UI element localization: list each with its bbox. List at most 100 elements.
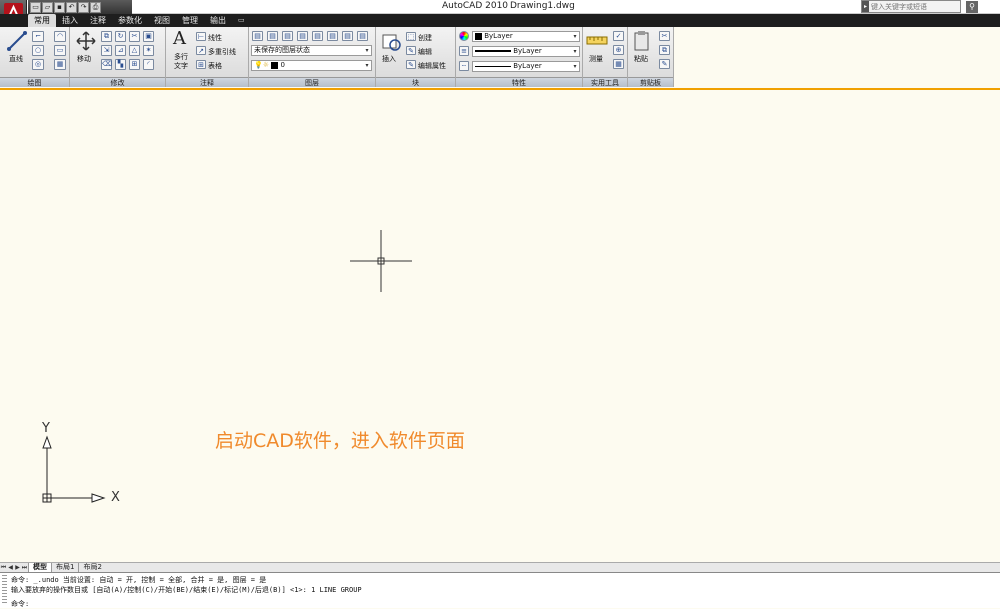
circle-icon[interactable]: ○: [32, 45, 44, 56]
tab-annotate[interactable]: 注释: [84, 14, 112, 27]
cut-icon[interactable]: ✂: [659, 31, 670, 41]
save-icon[interactable]: ▪: [54, 1, 65, 13]
layer-icon-2[interactable]: ▤: [267, 31, 278, 41]
layer-icon-8[interactable]: ▤: [357, 31, 368, 41]
search-expand-icon[interactable]: ▸: [862, 1, 869, 12]
tab-view[interactable]: 视图: [148, 14, 176, 27]
search-box[interactable]: ▸: [861, 0, 961, 13]
create-label[interactable]: 创建: [418, 33, 432, 43]
open-icon[interactable]: ▱: [42, 1, 53, 13]
erase-icon[interactable]: ⌫: [101, 59, 112, 70]
polyline-icon[interactable]: ⌐: [32, 31, 44, 42]
layer-icon-3[interactable]: ▤: [282, 31, 293, 41]
layer-icon-4[interactable]: ▤: [297, 31, 308, 41]
table-label[interactable]: 表格: [208, 61, 222, 71]
rectangle-icon[interactable]: ▭: [54, 45, 66, 56]
layer-state-dropdown[interactable]: 未保存的图层状态 ▾: [251, 45, 372, 56]
last-layout-icon[interactable]: ⏭: [21, 564, 28, 572]
first-layout-icon[interactable]: ⏮: [0, 564, 7, 572]
panel-title-layers[interactable]: 图层: [249, 77, 375, 87]
prev-layout-icon[interactable]: ◀: [7, 564, 14, 572]
undo-icon[interactable]: ↶: [66, 1, 77, 13]
mtext-icon[interactable]: A: [173, 28, 186, 49]
table-icon[interactable]: ⊞: [196, 60, 206, 69]
ellipse-icon[interactable]: ◎: [32, 59, 44, 70]
tab-parametric[interactable]: 参数化: [112, 14, 148, 27]
panel-title-modify[interactable]: 修改: [70, 77, 165, 87]
panel-title-draw[interactable]: 绘图: [0, 77, 69, 87]
paste-label[interactable]: 粘贴: [634, 54, 648, 64]
panel-title-block[interactable]: 块: [376, 77, 455, 87]
panel-title-utilities[interactable]: 实用工具: [583, 77, 627, 87]
insert-block-icon[interactable]: [381, 31, 401, 51]
tab-layout2[interactable]: 布局2: [78, 563, 105, 572]
edit-attribute-label[interactable]: 编辑属性: [418, 61, 446, 71]
quick-select-icon[interactable]: ✓: [613, 31, 624, 41]
paste-icon[interactable]: [633, 30, 651, 52]
tab-manage[interactable]: 管理: [176, 14, 204, 27]
rotate-icon[interactable]: ↻: [115, 31, 126, 42]
multileader-icon[interactable]: ↗: [196, 46, 206, 55]
tab-layout1[interactable]: 布局1: [51, 563, 78, 572]
line-tool-icon[interactable]: [6, 30, 28, 52]
hatch-icon[interactable]: ▦: [54, 59, 66, 70]
color-dropdown[interactable]: ByLayer ▾: [472, 31, 580, 42]
layer-icon-7[interactable]: ▤: [342, 31, 353, 41]
redo-icon[interactable]: ↷: [78, 1, 89, 13]
explode-icon[interactable]: ✶: [143, 45, 154, 56]
edit-attribute-icon[interactable]: ✎: [406, 60, 416, 69]
plot-icon[interactable]: ⎙: [90, 1, 101, 13]
move-button-label[interactable]: 移动: [77, 54, 91, 64]
linetype-icon[interactable]: ┄: [459, 61, 469, 71]
lineweight-icon[interactable]: ≡: [459, 46, 469, 56]
mtext-label-2[interactable]: 文字: [174, 61, 188, 71]
edit-block-icon[interactable]: ✎: [406, 46, 416, 55]
move-icon[interactable]: [76, 31, 96, 51]
scale-icon[interactable]: △: [129, 45, 140, 56]
tab-model[interactable]: 模型: [28, 563, 51, 572]
measure-label[interactable]: 测量: [589, 54, 603, 64]
search-icon[interactable]: ⚲: [966, 1, 978, 13]
panel-title-annotation[interactable]: 注释: [166, 77, 248, 87]
insert-label[interactable]: 插入: [382, 54, 396, 64]
color-wheel-icon[interactable]: [459, 31, 469, 41]
match-properties-icon[interactable]: ✎: [659, 59, 670, 69]
layer-icon-6[interactable]: ▤: [327, 31, 338, 41]
tab-insert[interactable]: 插入: [56, 14, 84, 27]
tab-output[interactable]: 输出: [204, 14, 232, 27]
fillet-icon[interactable]: ◜: [143, 59, 154, 70]
drawing-canvas[interactable]: Y X 启动CAD软件，进入软件页面: [0, 88, 1000, 562]
search-input[interactable]: [869, 2, 957, 11]
calculator-icon[interactable]: ▦: [613, 59, 624, 69]
grid-array-icon[interactable]: ⊞: [129, 59, 140, 70]
copy-icon[interactable]: ⧉: [101, 31, 112, 42]
linear-dim-icon[interactable]: ⊢: [196, 32, 206, 41]
measure-icon[interactable]: [586, 32, 608, 50]
ribbon-empty-area: [674, 27, 1000, 87]
linear-dim-label[interactable]: 线性: [208, 33, 222, 43]
multileader-label[interactable]: 多重引线: [208, 47, 236, 57]
create-block-icon[interactable]: ⬚: [406, 32, 416, 41]
tab-home[interactable]: 常用: [28, 14, 56, 27]
command-line-grip[interactable]: [2, 575, 7, 605]
layer-properties-icon[interactable]: ▤: [252, 31, 263, 41]
panel-title-clipboard[interactable]: 剪贴板: [628, 77, 673, 87]
id-point-icon[interactable]: ⊕: [613, 45, 624, 55]
ribbon-minimize-button[interactable]: ▭: [232, 14, 251, 27]
line-button-label[interactable]: 直线: [9, 54, 23, 64]
arc-icon[interactable]: ◠: [54, 31, 66, 42]
stretch-icon[interactable]: ⇲: [101, 45, 112, 56]
lineweight-dropdown[interactable]: ByLayer ▾: [472, 46, 580, 57]
next-layout-icon[interactable]: ▶: [14, 564, 21, 572]
linetype-dropdown[interactable]: ByLayer ▾: [472, 61, 580, 72]
layer-dropdown[interactable]: 💡☼ 0 ▾: [251, 60, 372, 71]
offset-icon[interactable]: ▣: [143, 31, 154, 42]
array-icon[interactable]: ▚: [115, 59, 126, 70]
panel-title-properties[interactable]: 特性: [456, 77, 582, 87]
layer-icon-5[interactable]: ▤: [312, 31, 323, 41]
trim-icon[interactable]: ✂: [129, 31, 140, 42]
copy-clip-icon[interactable]: ⧉: [659, 45, 670, 55]
edit-label[interactable]: 编辑: [418, 47, 432, 57]
new-icon[interactable]: ▭: [30, 1, 41, 13]
mirror-icon[interactable]: ⊿: [115, 45, 126, 56]
